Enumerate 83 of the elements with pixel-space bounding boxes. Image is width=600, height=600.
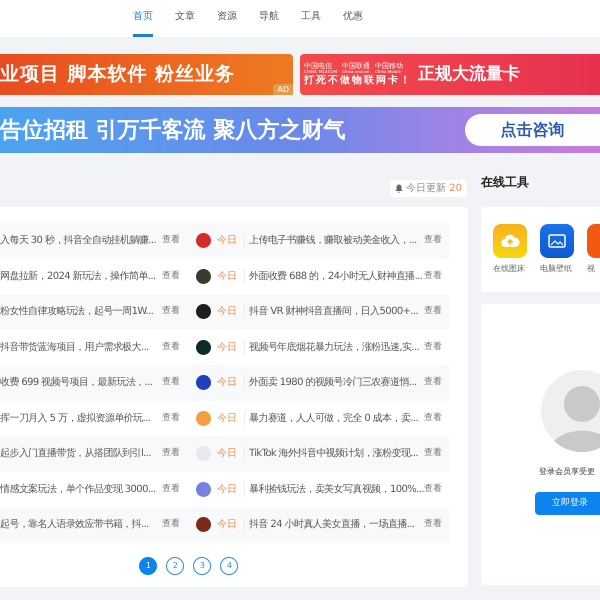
article-title[interactable]: 暴利捡钱玩法，卖美女写真视频，100%... (249, 482, 424, 497)
article-title[interactable]: 外面收费 688 的，24小时无人财神直播... (249, 268, 424, 284)
date-label: 今日 (217, 482, 245, 497)
date-label: 今日 (217, 375, 245, 390)
view-link[interactable]: 查看 (162, 412, 180, 425)
date-label: 今日 (217, 446, 245, 462)
user-avatar-icon (540, 370, 600, 452)
view-link[interactable]: 查看 (424, 482, 442, 496)
banner-text: 正规大流量卡 (418, 62, 520, 86)
nav-tab[interactable]: 优惠 (343, 12, 363, 37)
view-link[interactable]: 查看 (424, 234, 442, 248)
date-label: 今日 (217, 233, 245, 248)
article-title[interactable]: 暴力赛道，人人可做，完全 0 成本，卖... (249, 410, 424, 426)
view-link[interactable]: 查看 (424, 340, 442, 354)
article-title[interactable]: 情感文案玩法，单个作品变现 3000... (0, 482, 156, 497)
view-link[interactable]: 查看 (424, 270, 442, 283)
view-link[interactable]: 查看 (162, 270, 180, 283)
ad-banner[interactable]: 业项目 脚本软件 粉丝业务 AD (0, 54, 293, 95)
cloud-upload-icon[interactable] (492, 224, 527, 258)
update-count: 20 (449, 182, 462, 196)
view-link[interactable]: 查看 (424, 305, 442, 318)
ad-banner[interactable]: 告位招租 引万千客流 聚八方之财气 点击咨询 (0, 107, 600, 153)
article-title[interactable]: 网盘拉新，2024 新玩法，操作简单... (0, 268, 156, 284)
article-title[interactable]: TikTok 海外抖音中视频计划，涨粉变现... (249, 446, 424, 462)
banner-text: 业项目 脚本软件 粉丝业务 (0, 62, 236, 88)
article-title[interactable]: 抖音 24 小时真人美女直播，一场直播... (249, 517, 424, 532)
view-link[interactable]: 查看 (424, 376, 442, 390)
banner-slogan: 打死不做物联网卡！ (304, 76, 412, 86)
article-title[interactable]: 起号，靠名人语录效应带书籍，抖... (0, 517, 149, 532)
nav-tab[interactable]: 文章 (175, 12, 195, 37)
page-button[interactable]: 2 (166, 556, 184, 574)
banner-text: 告位招租 引万千客流 聚八方之财气 (0, 116, 346, 144)
article-title[interactable]: 上传电子书赚钱，赚取被动美金收入，... (249, 233, 424, 248)
article-title[interactable]: 外面卖 1980 的视频号冷门三农赛道悄... (249, 375, 424, 390)
thumbnail-placeholder (196, 233, 211, 248)
article-title[interactable]: 视频号年底烟花暴力玩法，涨粉迅速,实... (249, 340, 424, 355)
thumbnail-placeholder (196, 304, 211, 320)
update-label: 今日更新 (406, 182, 446, 196)
view-link[interactable]: 查看 (162, 305, 180, 318)
article-title[interactable]: 抖音 VR 财神抖音直播间，日入5000+... (249, 304, 424, 320)
view-link[interactable]: 查看 (162, 340, 180, 354)
nav-tab[interactable]: 首页 (133, 12, 153, 37)
view-link[interactable]: 查看 (162, 518, 180, 532)
page-button[interactable]: 1 (139, 556, 158, 574)
article-title[interactable]: 粉女性自律攻略玩法，起号一周1W... (0, 304, 154, 320)
login-prompt: 登录会员享受更 (538, 466, 595, 478)
thumbnail-placeholder (196, 340, 211, 355)
image-icon[interactable] (540, 224, 574, 258)
thumbnail-placeholder (196, 482, 211, 497)
view-link[interactable]: 查看 (162, 376, 180, 390)
tool-label[interactable]: 视 (586, 263, 595, 275)
article-title[interactable]: 入每天 30 秒，抖音全自动挂机躺赚... (0, 233, 156, 248)
thumbnail-placeholder (196, 410, 211, 426)
ad-badge: AD (273, 84, 293, 95)
thumbnail-placeholder (196, 517, 211, 532)
nav-tab[interactable]: 工具 (301, 12, 321, 37)
thumbnail-placeholder (196, 375, 211, 390)
nav-tab[interactable]: 导航 (259, 12, 279, 37)
page-button[interactable]: 3 (193, 556, 212, 574)
view-link[interactable]: 查看 (162, 447, 180, 460)
article-title[interactable]: 抖音带货蓝海项目，用户需求极大... (0, 340, 149, 355)
consult-button[interactable]: 点击咨询 (465, 114, 600, 146)
login-button[interactable]: 立即登录 (534, 492, 600, 515)
tool-label[interactable]: 在线图床 (492, 263, 525, 275)
date-label: 今日 (217, 268, 245, 284)
article-title[interactable]: 挥一刀月入 5 万，虚拟资源单价玩... (0, 410, 150, 426)
date-label: 今日 (217, 304, 245, 320)
date-label: 今日 (217, 340, 245, 355)
view-link[interactable]: 查看 (424, 447, 442, 460)
date-label: 今日 (217, 517, 245, 532)
tool-label[interactable]: 电脑壁纸 (540, 263, 572, 275)
nav-tab[interactable]: 资源 (217, 12, 237, 37)
article-title[interactable]: 收费 699 视频号项目，最新玩法，... (0, 375, 152, 390)
bell-icon (395, 184, 404, 193)
section-title: 在线工具 (480, 174, 529, 191)
date-label: 今日 (217, 410, 245, 426)
thumbnail-placeholder (196, 268, 211, 284)
page-button[interactable]: 4 (220, 556, 238, 574)
view-link[interactable]: 查看 (424, 518, 442, 532)
article-title[interactable]: 起步入门直播带货，从搭团队到引l... (0, 446, 151, 462)
view-link[interactable]: 查看 (162, 482, 180, 496)
view-link[interactable]: 查看 (424, 412, 442, 425)
view-link[interactable]: 查看 (162, 234, 180, 248)
